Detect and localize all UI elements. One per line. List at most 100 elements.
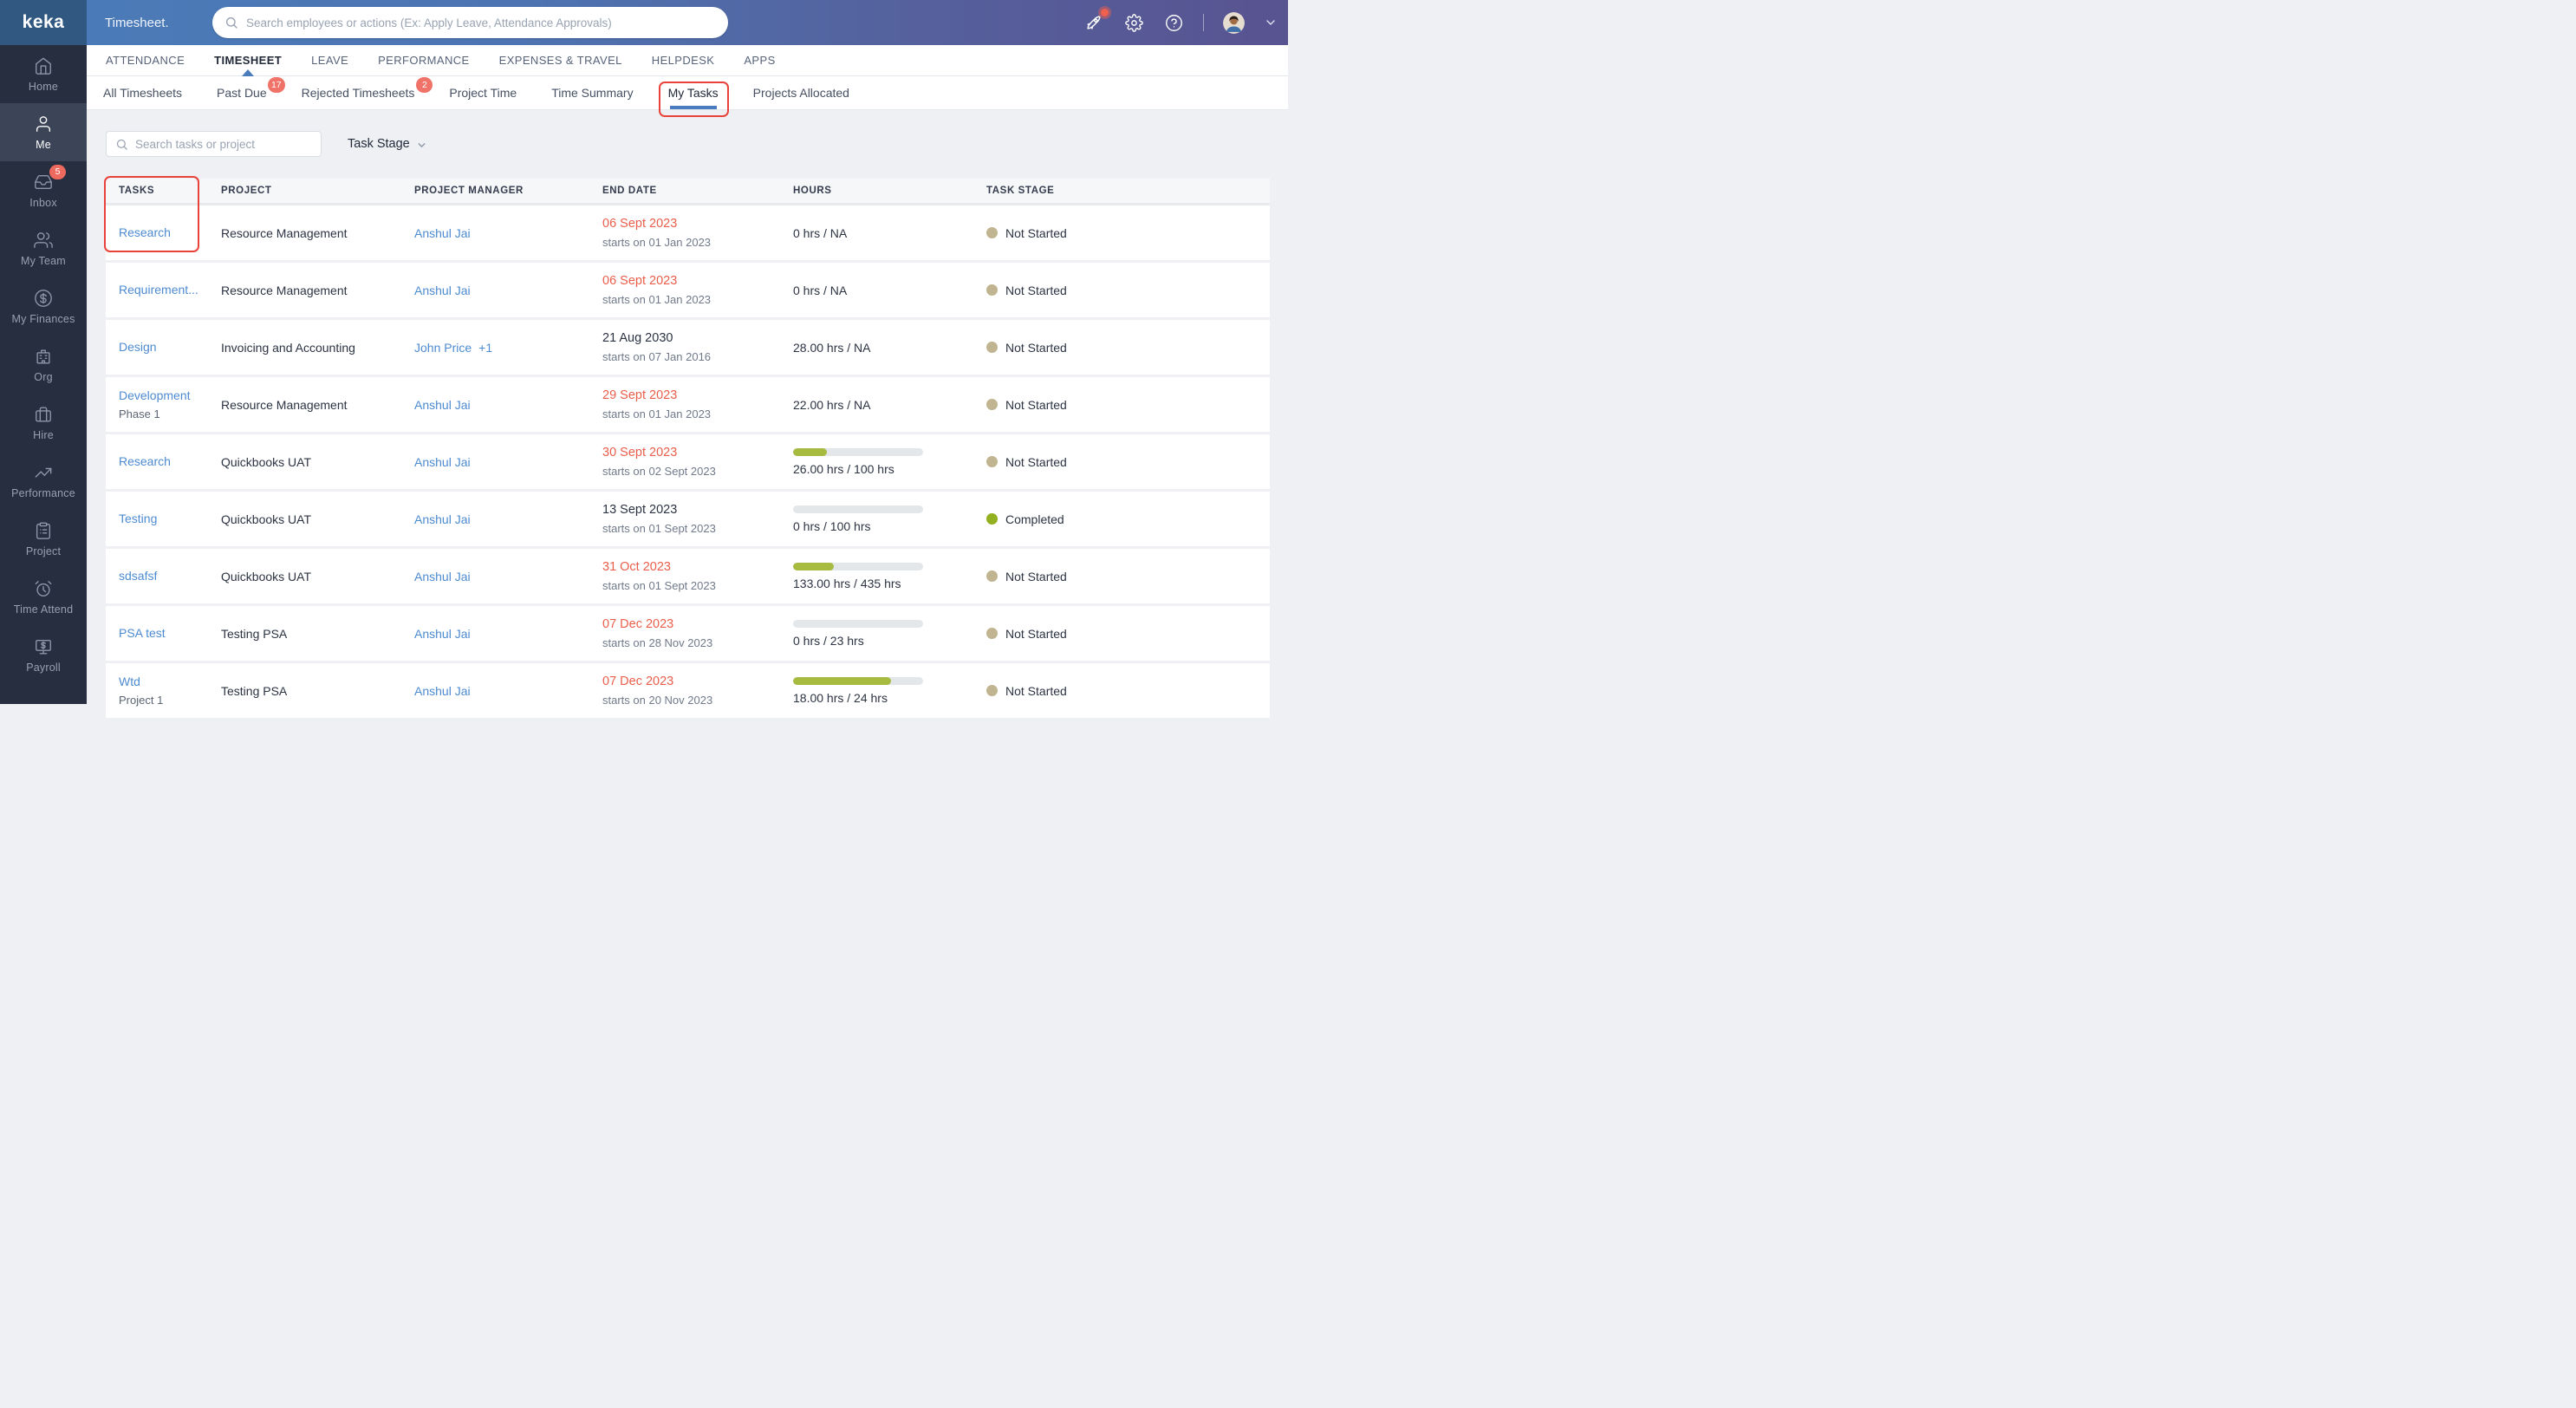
hours-cell: 28.00 hrs / NA <box>793 341 986 355</box>
project-manager-link[interactable]: Anshul Jai <box>414 512 602 526</box>
sidebar-item-hire[interactable]: Hire <box>0 394 87 452</box>
tab-apps[interactable]: APPS <box>744 45 775 75</box>
module-tabs: ATTENDANCE TIMESHEET LEAVE PERFORMANCE EXPEN… <box>87 45 1288 76</box>
subtab-rejected-timesheets[interactable]: Rejected Timesheets 2 <box>302 76 433 109</box>
end-date-cell: 21 Aug 2030 starts on 07 Jan 2016 <box>602 331 793 363</box>
project-manager-link[interactable]: Anshul Jai <box>414 570 602 583</box>
subtab-time-summary[interactable]: Time Summary <box>551 76 633 109</box>
global-search[interactable] <box>212 7 728 38</box>
subtab-label: Past Due <box>217 86 267 100</box>
tab-timesheet[interactable]: TIMESHEET <box>214 45 282 75</box>
sidebar-item-performance[interactable]: Performance <box>0 452 87 510</box>
project-manager-link[interactable]: Anshul Jai <box>414 455 602 469</box>
start-date: starts on 02 Sept 2023 <box>602 465 716 478</box>
tab-performance[interactable]: PERFORMANCE <box>378 45 470 75</box>
gear-icon[interactable] <box>1123 12 1144 33</box>
stage-status-dot <box>986 628 998 639</box>
tab-attendance[interactable]: ATTENDANCE <box>106 45 185 75</box>
hours-progress-bar <box>793 505 923 513</box>
performance-icon <box>34 463 53 483</box>
hours-cell: 0 hrs / 100 hrs <box>793 505 986 533</box>
payroll-icon <box>34 637 53 657</box>
task-cell: Testing <box>119 512 221 527</box>
hours-progress-bar <box>793 562 923 570</box>
project-manager-link[interactable]: Anshul Jai <box>414 684 602 698</box>
sidebar-item-my-team[interactable]: My Team <box>0 219 87 277</box>
hours-text: 133.00 hrs / 435 hrs <box>793 576 901 590</box>
task-link[interactable]: sdsafsf <box>119 569 157 583</box>
sidebar-item-home[interactable]: Home <box>0 45 87 103</box>
table-row: Development Phase 1 Resource Management Ans… <box>106 377 1270 432</box>
task-link[interactable]: Requirement... <box>119 283 198 297</box>
task-cell: Development Phase 1 <box>119 388 221 420</box>
project-icon <box>34 521 53 541</box>
rocket-icon[interactable] <box>1083 9 1109 33</box>
keka-logo[interactable]: keka <box>0 0 87 45</box>
table-row: sdsafsf Quickbooks UAT Anshul Jai 31 Oct 20… <box>106 549 1270 603</box>
subtab-my-tasks[interactable]: My Tasks <box>658 76 729 117</box>
task-subtitle: Phase 1 <box>119 407 160 420</box>
global-search-input[interactable] <box>246 16 716 29</box>
tab-expenses-travel[interactable]: EXPENSES & TRAVEL <box>499 45 622 75</box>
task-link[interactable]: Research <box>119 454 171 468</box>
sidebar-item-time-attend[interactable]: Time Attend <box>0 568 87 626</box>
task-search[interactable] <box>106 131 322 157</box>
end-date-cell: 06 Sept 2023 starts on 01 Jan 2023 <box>602 217 793 249</box>
start-date: starts on 01 Sept 2023 <box>602 522 716 535</box>
end-date-cell: 13 Sept 2023 starts on 01 Sept 2023 <box>602 503 793 535</box>
main-area: ATTENDANCE TIMESHEET LEAVE PERFORMANCE EXPEN… <box>87 45 1288 718</box>
task-link[interactable]: Wtd <box>119 675 140 688</box>
task-search-input[interactable] <box>135 137 312 151</box>
task-cell: Wtd Project 1 <box>119 675 221 707</box>
subtab-all-timesheets[interactable]: All Timesheets <box>103 76 182 109</box>
sidebar-item-label: Inbox <box>29 196 57 209</box>
project-manager-link[interactable]: Anshul Jai <box>414 284 602 297</box>
end-date-cell: 06 Sept 2023 starts on 01 Jan 2023 <box>602 274 793 306</box>
sidebar-item-label: Org <box>34 370 53 383</box>
table-row: Research Quickbooks UAT Anshul Jai 30 Sept … <box>106 434 1270 489</box>
stage-status-dot <box>986 513 998 525</box>
stage-label: Not Started <box>1005 454 1067 469</box>
task-cell: Research <box>119 225 221 241</box>
task-stage-cell: Not Started <box>986 284 1270 297</box>
sidebar-item-org[interactable]: Org <box>0 336 87 394</box>
task-link[interactable]: PSA test <box>119 626 166 640</box>
project-manager-link[interactable]: Anshul Jai <box>414 226 602 240</box>
stage-label: Not Started <box>1005 340 1067 355</box>
sidebar-item-project[interactable]: Project <box>0 510 87 568</box>
end-date-cell: 29 Sept 2023 starts on 01 Jan 2023 <box>602 388 793 420</box>
end-date: 13 Sept 2023 <box>602 503 678 517</box>
table-header-row: TASKS PROJECT PROJECT MANAGER END DATE HOURS… <box>106 179 1270 205</box>
inbox-count-badge: 5 <box>49 164 66 179</box>
task-stage-label: Task Stage <box>348 137 410 151</box>
sidebar-item-my-finances[interactable]: My Finances <box>0 277 87 336</box>
project-manager-link[interactable]: Anshul Jai <box>414 398 602 412</box>
user-avatar[interactable] <box>1223 11 1245 34</box>
subtab-project-time[interactable]: Project Time <box>449 76 517 109</box>
task-link[interactable]: Testing <box>119 512 157 525</box>
project-cell: Quickbooks UAT <box>221 569 311 583</box>
topbar-actions <box>1083 0 1278 45</box>
task-link[interactable]: Research <box>119 225 171 239</box>
hours-progress-bar <box>793 619 923 628</box>
table-row: Testing Quickbooks UAT Anshul Jai 13 Sept 2… <box>106 492 1270 546</box>
sidebar-item-me[interactable]: Me <box>0 103 87 161</box>
task-stage-dropdown[interactable]: Task Stage <box>348 137 427 151</box>
chevron-down-icon[interactable] <box>1264 16 1278 29</box>
hours-cell: 133.00 hrs / 435 hrs <box>793 562 986 590</box>
sidebar-item-payroll[interactable]: Payroll <box>0 626 87 684</box>
subtab-past-due[interactable]: Past Due 17 <box>217 76 285 109</box>
project-manager-link[interactable]: John Price +1 <box>414 341 602 355</box>
task-link[interactable]: Design <box>119 340 157 354</box>
sidebar-item-inbox[interactable]: 5 Inbox <box>0 161 87 219</box>
inbox-icon: 5 <box>34 164 66 192</box>
tab-helpdesk[interactable]: HELPDESK <box>652 45 715 75</box>
subtab-projects-allocated[interactable]: Projects Allocated <box>753 76 849 109</box>
task-link[interactable]: Development <box>119 388 191 402</box>
help-icon[interactable] <box>1163 12 1184 33</box>
hours-cell: 0 hrs / NA <box>793 284 986 297</box>
project-manager-link[interactable]: Anshul Jai <box>414 627 602 641</box>
task-subtitle: Project 1 <box>119 694 164 707</box>
tab-leave[interactable]: LEAVE <box>311 45 348 75</box>
manager-extra-count[interactable]: +1 <box>478 341 492 355</box>
